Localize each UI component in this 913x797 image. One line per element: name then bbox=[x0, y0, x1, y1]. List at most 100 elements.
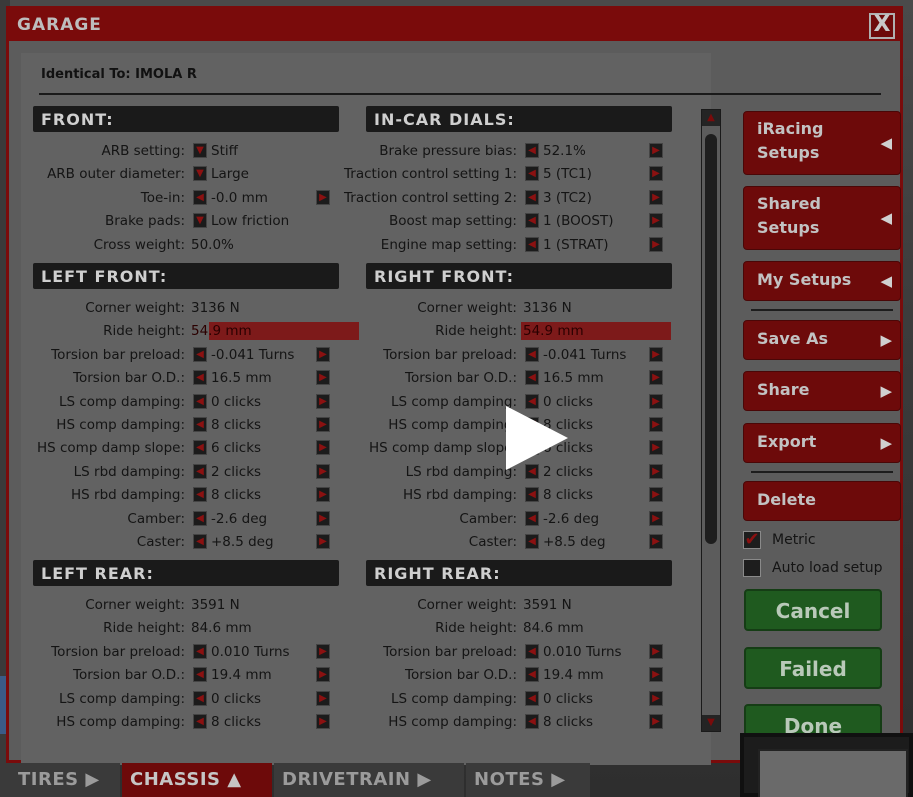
scroll-down-icon[interactable]: ▼ bbox=[702, 715, 720, 731]
increase-arrow-icon[interactable]: ▶ bbox=[649, 236, 663, 252]
increase-arrow-icon[interactable]: ▶ bbox=[649, 690, 663, 706]
decrease-arrow-icon[interactable]: ◀ bbox=[193, 393, 207, 409]
setting-row: Ride height: bbox=[9, 618, 185, 638]
setting-row: HS comp damping: bbox=[9, 415, 185, 435]
iracing-setups-button[interactable]: iRacing Setups ◀ bbox=[743, 111, 901, 175]
decrease-arrow-icon[interactable]: ◀ bbox=[193, 690, 207, 706]
increase-arrow-icon[interactable]: ▶ bbox=[649, 143, 663, 158]
scrollbar[interactable]: ▲ ▼ bbox=[701, 109, 721, 732]
increase-arrow-icon[interactable]: ▶ bbox=[649, 166, 663, 182]
decrease-arrow-icon[interactable]: ◀ bbox=[193, 667, 207, 683]
decrease-arrow-icon[interactable]: ◀ bbox=[525, 370, 539, 386]
setting-row: Torsion bar O.D.: bbox=[9, 368, 185, 388]
increase-arrow-icon[interactable]: ▶ bbox=[649, 463, 663, 479]
video-thumbnail bbox=[740, 733, 913, 797]
decrease-arrow-icon[interactable]: ◀ bbox=[525, 487, 539, 503]
play-icon[interactable] bbox=[502, 404, 570, 472]
tab-chassis[interactable]: CHASSIS ▲ bbox=[122, 763, 272, 797]
decrease-arrow-icon[interactable]: ◀ bbox=[193, 643, 207, 659]
decrease-arrow-icon[interactable]: ◀ bbox=[193, 440, 207, 456]
increase-arrow-icon[interactable]: ▶ bbox=[316, 643, 330, 659]
tab-drivetrain[interactable]: DRIVETRAIN ▶ bbox=[274, 763, 464, 797]
increase-arrow-icon[interactable]: ▶ bbox=[316, 370, 330, 386]
increase-arrow-icon[interactable]: ▶ bbox=[649, 667, 663, 683]
export-button[interactable]: Export ▶ bbox=[743, 423, 901, 463]
failed-button[interactable]: Failed bbox=[744, 647, 882, 689]
increase-arrow-icon[interactable]: ▶ bbox=[649, 213, 663, 229]
triangle-up-icon: ▲ bbox=[227, 769, 242, 790]
increase-arrow-icon[interactable]: ▶ bbox=[649, 643, 663, 659]
increase-arrow-icon[interactable]: ▶ bbox=[316, 690, 330, 706]
increase-arrow-icon[interactable]: ▶ bbox=[649, 370, 663, 386]
setting-value: 2 clicks bbox=[211, 463, 262, 480]
decrease-arrow-icon[interactable]: ◀ bbox=[193, 417, 207, 432]
garage-window: GARAGE X Identical To: IMOLA R FRONT: IN… bbox=[6, 6, 903, 765]
share-button[interactable]: Share ▶ bbox=[743, 371, 901, 411]
decrease-arrow-icon[interactable]: ◀ bbox=[525, 346, 539, 362]
setting-value: 19.4 mm bbox=[211, 667, 272, 684]
increase-arrow-icon[interactable]: ▶ bbox=[316, 346, 330, 362]
decrease-arrow-icon[interactable]: ◀ bbox=[193, 534, 207, 549]
decrease-arrow-icon[interactable]: ◀ bbox=[525, 667, 539, 683]
auto-load-checkbox[interactable] bbox=[743, 559, 761, 577]
increase-arrow-icon[interactable]: ▶ bbox=[316, 417, 330, 432]
shared-setups-label: Shared Setups bbox=[757, 194, 821, 237]
decrease-arrow-icon[interactable]: ◀ bbox=[525, 189, 539, 205]
increase-arrow-icon[interactable]: ▶ bbox=[649, 346, 663, 362]
setting-value: -0.041 Turns bbox=[211, 346, 295, 363]
decrease-arrow-icon[interactable]: ◀ bbox=[193, 346, 207, 362]
decrease-arrow-icon[interactable]: ◀ bbox=[525, 534, 539, 549]
setting-value: -2.6 deg bbox=[543, 510, 600, 527]
decrease-arrow-icon[interactable]: ◀ bbox=[193, 510, 207, 526]
scroll-up-icon[interactable]: ▲ bbox=[702, 110, 720, 126]
increase-arrow-icon[interactable]: ▶ bbox=[649, 534, 663, 549]
increase-arrow-icon[interactable]: ▶ bbox=[316, 393, 330, 409]
increase-arrow-icon[interactable]: ▶ bbox=[649, 393, 663, 409]
decrease-arrow-icon[interactable]: ◀ bbox=[193, 714, 207, 729]
increase-arrow-icon[interactable]: ▶ bbox=[316, 714, 330, 729]
decrease-arrow-icon[interactable]: ◀ bbox=[525, 236, 539, 252]
shared-setups-button[interactable]: Shared Setups ◀ bbox=[743, 186, 901, 250]
my-setups-button[interactable]: My Setups ◀ bbox=[743, 261, 901, 301]
setting-label: LS comp damping: bbox=[58, 393, 185, 410]
decrease-arrow-icon[interactable]: ◀ bbox=[525, 213, 539, 229]
decrease-arrow-icon[interactable]: ◀ bbox=[193, 463, 207, 479]
decrease-arrow-icon[interactable]: ◀ bbox=[525, 143, 539, 158]
increase-arrow-icon[interactable]: ▶ bbox=[649, 189, 663, 205]
section-header-left-front: LEFT FRONT: bbox=[33, 263, 339, 289]
decrease-arrow-icon[interactable]: ◀ bbox=[193, 487, 207, 503]
decrease-arrow-icon[interactable]: ◀ bbox=[525, 714, 539, 729]
decrease-arrow-icon[interactable]: ◀ bbox=[525, 643, 539, 659]
triangle-right-icon: ▶ bbox=[880, 382, 892, 400]
save-as-button[interactable]: Save As ▶ bbox=[743, 320, 901, 360]
close-button[interactable]: X bbox=[869, 13, 895, 39]
decrease-arrow-icon[interactable]: ◀ bbox=[193, 370, 207, 386]
decrease-arrow-icon[interactable]: ◀ bbox=[525, 510, 539, 526]
increase-arrow-icon[interactable]: ▶ bbox=[649, 487, 663, 503]
increase-arrow-icon[interactable]: ▶ bbox=[316, 440, 330, 456]
metric-checkbox[interactable]: ✔ bbox=[743, 531, 761, 549]
decrease-arrow-icon[interactable]: ◀ bbox=[525, 690, 539, 706]
increase-arrow-icon[interactable]: ▶ bbox=[316, 667, 330, 683]
setting-value: 0.010 Turns bbox=[211, 643, 290, 660]
scroll-thumb[interactable] bbox=[705, 134, 717, 544]
setting-label: HS rbd damping: bbox=[71, 487, 185, 504]
tab-tires[interactable]: TIRES ▶ bbox=[10, 763, 120, 797]
increase-arrow-icon[interactable]: ▶ bbox=[649, 714, 663, 729]
decrease-arrow-icon[interactable]: ◀ bbox=[525, 166, 539, 182]
increase-arrow-icon[interactable]: ▶ bbox=[316, 534, 330, 549]
setting-value: 16.5 mm bbox=[543, 370, 604, 387]
increase-arrow-icon[interactable]: ▶ bbox=[649, 440, 663, 456]
increase-arrow-icon[interactable]: ▶ bbox=[649, 417, 663, 432]
increase-arrow-icon[interactable]: ▶ bbox=[316, 510, 330, 526]
cancel-button[interactable]: Cancel bbox=[744, 589, 882, 631]
tab-notes[interactable]: NOTES ▶ bbox=[466, 763, 590, 797]
delete-button[interactable]: Delete bbox=[743, 481, 901, 521]
setting-value: 0 clicks bbox=[211, 690, 262, 707]
increase-arrow-icon[interactable]: ▶ bbox=[316, 463, 330, 479]
increase-arrow-icon[interactable]: ▶ bbox=[649, 510, 663, 526]
setting-value: 84.6 mm bbox=[191, 620, 252, 637]
increase-arrow-icon[interactable]: ▶ bbox=[316, 487, 330, 503]
setting-value: 54.9 mm bbox=[191, 323, 252, 340]
setting-row: Traction control setting 1: bbox=[9, 164, 517, 184]
